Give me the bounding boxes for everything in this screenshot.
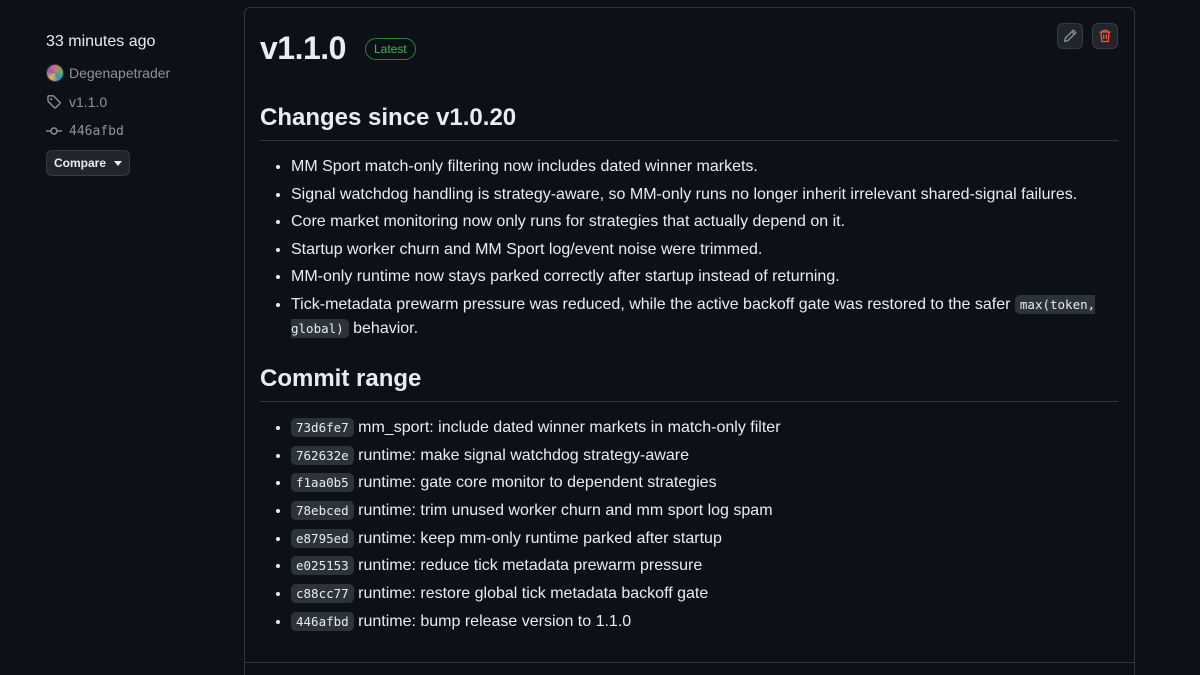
list-item-text: Tick-metadata prewarm pressure was reduc…	[291, 295, 1015, 313]
delete-release-button[interactable]	[1092, 23, 1118, 49]
list-item: e8795ed runtime: keep mm-only runtime pa…	[291, 527, 1111, 551]
release-header: v1.1.0 Latest	[260, 30, 416, 67]
commit-message: runtime: make signal watchdog strategy-a…	[358, 446, 689, 464]
list-item: c88cc77 runtime: restore global tick met…	[291, 582, 1111, 606]
commit-sha-link[interactable]: c88cc77	[291, 584, 354, 604]
list-item: MM-only runtime now stays parked correct…	[291, 265, 1111, 289]
release-time: 33 minutes ago	[46, 33, 156, 50]
tag-icon	[46, 94, 62, 110]
list-item: Tick-metadata prewarm pressure was reduc…	[291, 293, 1111, 341]
latest-badge: Latest	[364, 37, 416, 60]
compare-button[interactable]: Compare	[46, 150, 130, 176]
release-title[interactable]: v1.1.0	[260, 30, 346, 67]
changes-heading: Changes since v1.0.20	[260, 104, 1118, 141]
commit-range-heading: Commit range	[260, 365, 1118, 402]
commit-message: runtime: trim unused worker churn and mm…	[358, 502, 773, 520]
commit-message: runtime: restore global tick metadata ba…	[358, 585, 709, 603]
list-item-text: behavior.	[348, 319, 419, 337]
list-item: 73d6fe7 mm_sport: include dated winner m…	[291, 416, 1111, 440]
pencil-icon	[1063, 29, 1077, 43]
commit-sha: 446afbd	[69, 123, 124, 139]
commit-link[interactable]: 446afbd	[46, 123, 124, 139]
list-item: 446afbd runtime: bump release version to…	[291, 610, 1111, 634]
commit-sha-link[interactable]: f1aa0b5	[291, 473, 354, 493]
commit-sha-link[interactable]: e025153	[291, 556, 354, 576]
commit-sha-link[interactable]: e8795ed	[291, 528, 354, 548]
commit-sha-link[interactable]: 762632e	[291, 445, 354, 465]
list-item: e025153 runtime: reduce tick metadata pr…	[291, 554, 1111, 578]
list-item: f1aa0b5 runtime: gate core monitor to de…	[291, 471, 1111, 495]
trash-icon	[1099, 29, 1111, 43]
release-page: 33 minutes ago Degenapetrader v1.1.0 446…	[0, 0, 1200, 675]
list-item: MM Sport match-only filtering now includ…	[291, 155, 1111, 179]
list-item: Signal watchdog handling is strategy-awa…	[291, 183, 1111, 207]
list-item: Core market monitoring now only runs for…	[291, 210, 1111, 234]
commit-list: 73d6fe7 mm_sport: include dated winner m…	[260, 416, 1111, 638]
commit-message: runtime: bump release version to 1.1.0	[358, 612, 632, 630]
commit-message: mm_sport: include dated winner markets i…	[358, 419, 781, 436]
tag-link[interactable]: v1.1.0	[46, 94, 107, 110]
caret-down-icon	[114, 160, 122, 166]
commit-sha-link[interactable]: 446afbd	[291, 611, 354, 631]
commit-message: runtime: keep mm-only runtime parked aft…	[358, 529, 722, 547]
changes-list: MM Sport match-only filtering now includ…	[260, 155, 1111, 344]
commit-sha-link[interactable]: 73d6fe7	[291, 418, 354, 437]
list-item: 78ebced runtime: trim unused worker chur…	[291, 499, 1111, 523]
card-divider	[245, 662, 1134, 663]
compare-label: Compare	[53, 156, 106, 170]
release-card: v1.1.0 Latest Changes since v1.0.20 MM S…	[244, 7, 1135, 675]
list-item: Startup worker churn and MM Sport log/ev…	[291, 238, 1111, 262]
git-commit-icon	[46, 123, 62, 139]
commit-message: runtime: gate core monitor to dependent …	[358, 474, 717, 492]
commit-sha-link[interactable]: 78ebced	[291, 501, 354, 521]
list-item: 762632e runtime: make signal watchdog st…	[291, 444, 1111, 468]
author-link[interactable]: Degenapetrader	[46, 64, 170, 82]
avatar	[46, 64, 64, 82]
edit-release-button[interactable]	[1057, 23, 1083, 49]
tag-name: v1.1.0	[69, 94, 108, 110]
commit-message: runtime: reduce tick metadata prewarm pr…	[358, 557, 703, 575]
author-name: Degenapetrader	[69, 65, 171, 81]
